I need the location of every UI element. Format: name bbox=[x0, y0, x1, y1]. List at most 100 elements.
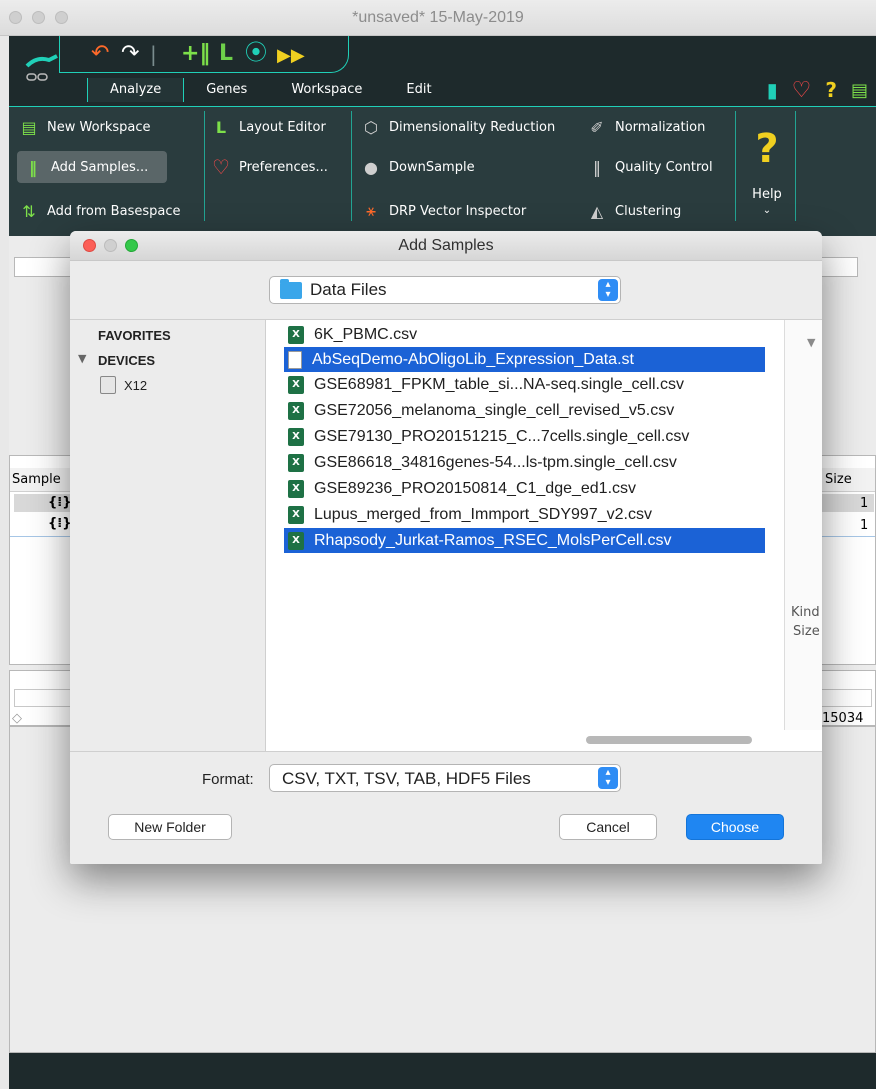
dialog-zoom-button[interactable] bbox=[125, 239, 138, 252]
horizontal-scrollbar[interactable] bbox=[586, 736, 752, 744]
ribbon-separator bbox=[351, 111, 352, 221]
ribbon-separator bbox=[735, 111, 736, 221]
file-item-selected[interactable]: AbSeqDemo-AbOligoLib_Expression_Data.st bbox=[284, 347, 765, 372]
clustering-label: Clustering bbox=[615, 203, 682, 219]
main-menubar: Analyze Genes Workspace Edit bbox=[87, 78, 454, 102]
basespace-icon: ⇅ bbox=[22, 201, 36, 221]
file-item[interactable]: X Lupus_merged_from_Immport_SDY997_v2.csv bbox=[284, 502, 765, 527]
layout-editor-button[interactable]: L Layout Editor bbox=[211, 111, 326, 143]
menu-genes[interactable]: Genes bbox=[184, 78, 269, 102]
redo-icon[interactable]: ↷ bbox=[121, 42, 139, 66]
add-from-basespace-label: Add from Basespace bbox=[47, 203, 181, 219]
file-item[interactable]: X GSE68981_FPKM_table_si...NA-seq.single_… bbox=[284, 372, 765, 397]
bottom-value: 15034 bbox=[822, 711, 864, 726]
file-item[interactable]: X 6K_PBMC.csv bbox=[284, 322, 765, 347]
sample-row-icon: {⁞} bbox=[48, 516, 72, 531]
size-value: 1 bbox=[860, 496, 869, 511]
menu-workspace[interactable]: Workspace bbox=[269, 78, 384, 102]
help-icon[interactable]: ? bbox=[743, 129, 791, 169]
excel-file-icon: X bbox=[288, 479, 304, 498]
file-name: GSE86618_34816genes-54...ls-tpm.single_c… bbox=[314, 453, 677, 471]
excel-file-icon: X bbox=[288, 427, 304, 446]
downsample-icon: ● bbox=[364, 157, 378, 177]
analyze-ribbon: ▤ New Workspace ‖ Add Samples... ⇅ Add f… bbox=[9, 106, 876, 236]
format-select[interactable]: CSV, TXT, TSV, TAB, HDF5 Files ▴ ▾ bbox=[269, 764, 621, 792]
file-name: GSE72056_melanoma_single_cell_revised_v5… bbox=[314, 401, 675, 419]
excel-file-icon: X bbox=[288, 531, 304, 550]
new-workspace-button[interactable]: ▤ New Workspace bbox=[19, 111, 151, 143]
help-chevron-down-icon[interactable]: ⌄ bbox=[743, 205, 791, 216]
cancel-button[interactable]: Cancel bbox=[559, 814, 657, 840]
file-name: GSE68981_FPKM_table_si...NA-seq.single_c… bbox=[314, 375, 684, 393]
layout-quick-icon[interactable]: L bbox=[219, 42, 233, 66]
dialog-footer: Format: CSV, TXT, TSV, TAB, HDF5 Files ▴… bbox=[70, 751, 822, 864]
add-samples-button[interactable]: ‖ Add Samples... bbox=[17, 151, 167, 183]
drp-vector-inspector-label: DRP Vector Inspector bbox=[389, 203, 527, 219]
size-column-header: Size bbox=[825, 472, 852, 487]
file-item[interactable]: X GSE86618_34816genes-54...ls-tpm.single_… bbox=[284, 450, 765, 475]
preferences-button[interactable]: ♡ Preferences... bbox=[211, 151, 328, 183]
format-stepper-icon[interactable]: ▴ ▾ bbox=[598, 767, 618, 789]
menu-edit[interactable]: Edit bbox=[384, 78, 453, 102]
header-icons: ▮ ♡ ? ▤ bbox=[767, 76, 876, 104]
sample-column-header: Sample bbox=[12, 472, 61, 487]
link-quick-icon[interactable]: ⦿ bbox=[245, 42, 267, 66]
new-workspace-icon: ▤ bbox=[21, 117, 37, 137]
dialog-minimize-button[interactable] bbox=[104, 239, 117, 252]
choose-button[interactable]: Choose bbox=[686, 814, 784, 840]
new-folder-button[interactable]: New Folder bbox=[108, 814, 232, 840]
bookmark-icon[interactable]: ▮ bbox=[767, 78, 778, 102]
window-titlebar: *unsaved* 15-May-2019 bbox=[0, 0, 876, 36]
disk-icon bbox=[100, 376, 116, 394]
file-item[interactable]: X GSE72056_melanoma_single_cell_revised_v… bbox=[284, 398, 765, 423]
quality-control-button[interactable]: ‖ Quality Control bbox=[587, 151, 713, 183]
excel-file-icon: X bbox=[288, 505, 304, 524]
add-samples-icon: ‖ bbox=[29, 157, 37, 177]
size-value: 1 bbox=[860, 518, 869, 533]
dialog-close-button[interactable] bbox=[83, 239, 96, 252]
undo-icon[interactable]: ↶ bbox=[91, 42, 109, 66]
heart-icon[interactable]: ♡ bbox=[792, 78, 812, 103]
file-item-selected[interactable]: X Rhapsody_Jurkat-Ramos_RSEC_MolsPerCell.… bbox=[284, 528, 765, 553]
add-samples-quick-icon[interactable]: +‖ bbox=[181, 42, 210, 66]
drp-vector-inspector-button[interactable]: ⚹ DRP Vector Inspector bbox=[361, 195, 526, 227]
app-logo-icon bbox=[25, 54, 58, 81]
diamond-icon[interactable]: ◇ bbox=[12, 711, 22, 726]
file-browser: X 6K_PBMC.csv AbSeqDemo-AbOligoLib_Expres… bbox=[266, 319, 822, 751]
add-from-basespace-button[interactable]: ⇅ Add from Basespace bbox=[19, 195, 180, 227]
help-label[interactable]: Help bbox=[743, 187, 791, 202]
normalization-button[interactable]: ✐ Normalization bbox=[587, 111, 705, 143]
location-popup[interactable]: Data Files ▴ ▾ bbox=[269, 276, 621, 304]
folder-icon bbox=[280, 278, 302, 299]
normalization-icon: ✐ bbox=[590, 117, 604, 137]
menu-analyze[interactable]: Analyze bbox=[87, 78, 185, 102]
clustering-icon: ◭ bbox=[590, 201, 604, 221]
layout-editor-label: Layout Editor bbox=[239, 119, 326, 135]
favorites-heading: FAVORITES bbox=[98, 328, 171, 343]
file-name: AbSeqDemo-AbOligoLib_Expression_Data.st bbox=[312, 350, 634, 368]
downsample-label: DownSample bbox=[389, 159, 475, 175]
dimensionality-reduction-label: Dimensionality Reduction bbox=[389, 119, 556, 135]
preferences-label: Preferences... bbox=[239, 159, 328, 175]
file-name: GSE79130_PRO20151215_C...7cells.single_c… bbox=[314, 427, 690, 445]
dimensionality-reduction-icon: ⬡ bbox=[364, 117, 378, 137]
new-workspace-small-icon[interactable]: ▤ bbox=[851, 80, 868, 101]
clustering-button[interactable]: ◭ Clustering bbox=[587, 195, 681, 227]
quality-control-label: Quality Control bbox=[615, 159, 713, 175]
downsample-button[interactable]: ● DownSample bbox=[361, 151, 475, 183]
help-question-icon[interactable]: ? bbox=[825, 78, 837, 102]
preview-disclosure-icon[interactable]: ▼ bbox=[807, 336, 815, 349]
forward-quick-icon[interactable]: ▶▶ bbox=[277, 44, 305, 68]
sidebar-item-x12[interactable]: X12 bbox=[124, 378, 147, 393]
dimensionality-reduction-button[interactable]: ⬡ Dimensionality Reduction bbox=[361, 111, 555, 143]
location-stepper-icon[interactable]: ▴ ▾ bbox=[598, 279, 618, 301]
size-label: Size bbox=[793, 624, 820, 639]
new-workspace-label: New Workspace bbox=[47, 119, 151, 135]
app-window: *unsaved* 15-May-2019 ↶ ↷ | +‖ L ⦿ ▶▶ An… bbox=[0, 0, 876, 1089]
file-item[interactable]: X GSE79130_PRO20151215_C...7cells.single_… bbox=[284, 424, 765, 449]
ribbon-separator bbox=[204, 111, 205, 221]
document-file-icon bbox=[288, 350, 302, 369]
devices-disclosure-icon[interactable]: ▼ bbox=[78, 352, 86, 365]
preferences-heart-icon: ♡ bbox=[212, 155, 230, 179]
file-item[interactable]: X GSE89236_PRO20150814_C1_dge_ed1.csv bbox=[284, 476, 765, 501]
